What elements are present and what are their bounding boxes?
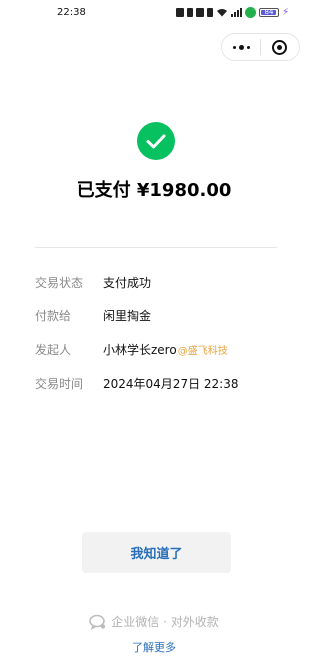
detail-label: 付款给 — [35, 308, 72, 323]
wecom-icon — [89, 614, 106, 630]
divider — [35, 247, 277, 248]
nfc-icon — [176, 7, 184, 17]
got-it-button[interactable]: 我知道了 — [82, 532, 231, 573]
wifi-icon — [217, 8, 227, 16]
detail-row-payee: 付款给 闲里掏金 — [35, 306, 151, 324]
alarm-icon — [187, 7, 193, 17]
charging-icon: ⚡ — [282, 6, 290, 18]
brand-footer: 企业微信 · 对外收款 — [0, 613, 308, 630]
detail-row-status: 交易状态 支付成功 — [35, 273, 151, 291]
miniprogram-capsule — [221, 33, 300, 61]
hd-icon — [207, 7, 213, 17]
close-circle-icon[interactable] — [261, 34, 299, 60]
app-notification-icon — [245, 6, 256, 18]
status-time: 22:38 — [57, 7, 86, 18]
detail-label: 交易状态 — [35, 275, 84, 290]
battery-level: 84 — [264, 7, 274, 16]
detail-value: 闲里掏金 — [103, 308, 152, 323]
detail-label: 交易时间 — [35, 376, 84, 391]
detail-row-initiator: 发起人 小林学长zero @盛飞科技 — [35, 340, 228, 358]
detail-row-time: 交易时间 2024年04月27日 22:38 — [35, 374, 238, 392]
detail-value: 小林学长zero — [103, 342, 177, 357]
learn-more-link[interactable]: 了解更多 — [0, 639, 308, 655]
status-bar: 22:38 84 ⚡ — [0, 0, 308, 26]
brand-text: 企业微信 · 对外收款 — [111, 615, 219, 629]
status-icons: 84 ⚡ — [176, 6, 289, 18]
detail-label: 发起人 — [35, 342, 72, 357]
detail-value: 2024年04月27日 22:38 — [103, 376, 239, 391]
company-tag: @盛飞科技 — [177, 345, 228, 357]
detail-value: 支付成功 — [103, 275, 152, 290]
check-circle-icon — [137, 122, 175, 160]
signal-icon — [231, 7, 242, 17]
battery-icon: 84 — [259, 7, 279, 17]
more-dots-icon[interactable] — [222, 34, 260, 60]
payment-amount-title: 已支付 ¥1980.00 — [76, 180, 232, 201]
network-speed-icon — [196, 7, 204, 17]
